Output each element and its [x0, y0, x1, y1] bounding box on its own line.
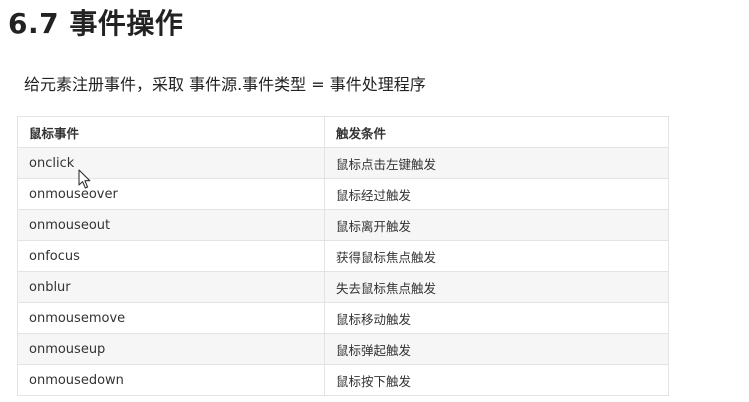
event-name-cell: onmouseover [17, 178, 325, 210]
trigger-condition-cell: 获得鼠标焦点触发 [324, 240, 669, 272]
table-row: onmousemove 鼠标移动触发 [17, 302, 669, 334]
table-row: onmousedown 鼠标按下触发 [17, 364, 669, 396]
event-name-cell: onmouseout [17, 209, 325, 241]
table-row: onblur 失去鼠标焦点触发 [17, 271, 669, 303]
table-header-row: 鼠标事件 触发条件 [17, 116, 669, 148]
trigger-condition-cell: 失去鼠标焦点触发 [324, 271, 669, 303]
table-row: onfocus 获得鼠标焦点触发 [17, 240, 669, 272]
header-mouse-event: 鼠标事件 [17, 116, 325, 148]
table-row: onclick 鼠标点击左键触发 [17, 147, 669, 179]
header-trigger-condition: 触发条件 [324, 116, 669, 148]
mouse-events-table: 鼠标事件 触发条件 onclick 鼠标点击左键触发 onmouseover 鼠… [17, 116, 669, 396]
event-name-cell: onfocus [17, 240, 325, 272]
trigger-condition-cell: 鼠标移动触发 [324, 302, 669, 334]
event-name-cell: onmousedown [17, 364, 325, 396]
event-name-cell: onmouseup [17, 333, 325, 365]
trigger-condition-cell: 鼠标经过触发 [324, 178, 669, 210]
event-name-cell: onclick [17, 147, 325, 179]
trigger-condition-cell: 鼠标按下触发 [324, 364, 669, 396]
trigger-condition-cell: 鼠标离开触发 [324, 209, 669, 241]
table-row: onmouseout 鼠标离开触发 [17, 209, 669, 241]
page-title: 6.7 事件操作 [8, 7, 184, 40]
table-row: onmouseover 鼠标经过触发 [17, 178, 669, 210]
event-name-cell: onblur [17, 271, 325, 303]
event-name-cell: onmousemove [17, 302, 325, 334]
table-row: onmouseup 鼠标弹起触发 [17, 333, 669, 365]
page: 6.7 事件操作 给元素注册事件，采取 事件源.事件类型 = 事件处理程序 鼠标… [0, 0, 749, 402]
trigger-condition-cell: 鼠标弹起触发 [324, 333, 669, 365]
trigger-condition-cell: 鼠标点击左键触发 [324, 147, 669, 179]
intro-text: 给元素注册事件，采取 事件源.事件类型 = 事件处理程序 [24, 75, 426, 94]
